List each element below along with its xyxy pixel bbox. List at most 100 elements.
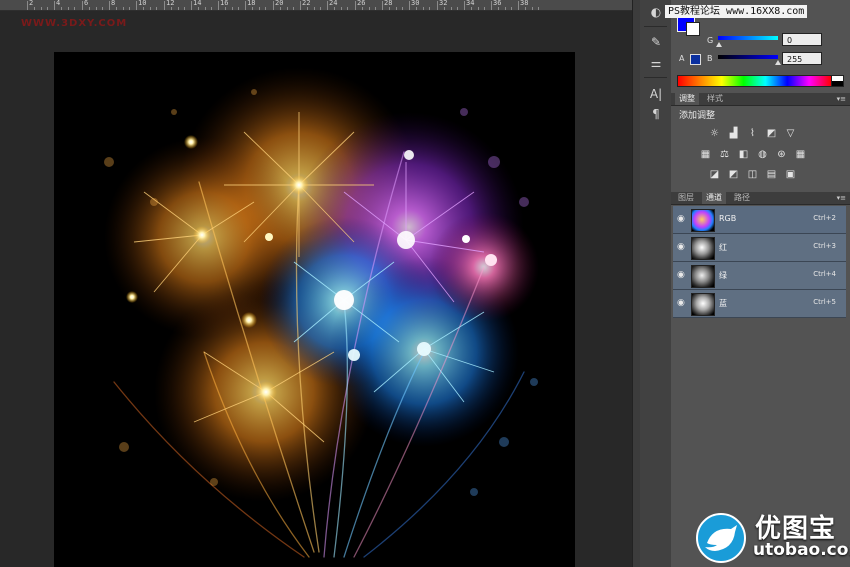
tab-styles[interactable]: 样式 — [703, 93, 727, 105]
panel-menu-icon[interactable]: ▾≡ — [837, 93, 846, 105]
add-adjustment-title: 添加调整 — [679, 111, 716, 121]
ruler-minor-tick — [252, 7, 253, 10]
channel-row-blue[interactable]: ◉ 蓝 Ctrl+5 — [673, 290, 846, 318]
channel-thumbnail — [691, 237, 715, 260]
channel-row-green[interactable]: ◉ 绿 Ctrl+4 — [673, 262, 846, 290]
ruler-major-tick — [518, 1, 519, 10]
channel-name: RGB — [719, 214, 737, 223]
visibility-eye-icon[interactable]: ◉ — [677, 270, 685, 280]
green-slider-thumb[interactable] — [716, 42, 722, 47]
threshold-icon[interactable]: ◫ — [746, 169, 759, 180]
ruler-minor-tick — [129, 7, 130, 10]
ruler-minor-tick — [341, 7, 342, 10]
ruler-minor-tick — [280, 7, 281, 10]
green-slider[interactable] — [718, 36, 778, 40]
sliders-icon[interactable]: ⚌ — [648, 55, 664, 71]
ruler-minor-tick — [307, 7, 308, 10]
visibility-eye-icon[interactable]: ◉ — [677, 298, 685, 308]
visibility-eye-icon[interactable]: ◉ — [677, 242, 685, 252]
photo-filter-icon[interactable]: ◍ — [756, 149, 769, 160]
ruler-minor-tick — [143, 7, 144, 10]
channel-thumbnail — [691, 265, 715, 288]
ruler-minor-tick — [41, 7, 42, 10]
blue-slider[interactable] — [718, 55, 778, 59]
tab-channels[interactable]: 通道 — [702, 192, 726, 204]
channel-row-red[interactable]: ◉ 红 Ctrl+3 — [673, 234, 846, 262]
ruler-tick-label: 36 — [493, 0, 502, 7]
posterize-icon[interactable]: ◩ — [727, 169, 740, 180]
blue-value-field[interactable]: 255 — [782, 52, 822, 65]
color-balance-icon[interactable]: ⚖ — [718, 149, 731, 160]
color-panel-icon[interactable]: ◐ — [648, 4, 664, 20]
ruler-minor-tick — [451, 7, 452, 10]
color-spectrum-bar[interactable] — [677, 75, 832, 87]
ruler-major-tick — [191, 1, 192, 10]
color-lookup-icon[interactable]: ▦ — [794, 149, 807, 160]
ruler-minor-tick — [47, 7, 48, 10]
ruler-minor-tick — [532, 7, 533, 10]
levels-icon[interactable]: ▟ — [727, 128, 740, 139]
tab-paths[interactable]: 路径 — [730, 192, 754, 204]
curves-icon[interactable]: ⌇ — [746, 128, 759, 139]
canvas-area[interactable]: 2 4 6 8 10 12 14 16 18 20 22 24 26 28 30 32 34 36 38 WWW.3… — [0, 0, 632, 567]
ruler-minor-tick — [334, 7, 335, 10]
ruler-minor-tick — [150, 7, 151, 10]
ruler-major-tick — [82, 1, 83, 10]
ruler-minor-tick — [96, 7, 97, 10]
character-panel-icon[interactable]: A| — [648, 86, 664, 102]
exposure-icon[interactable]: ◩ — [765, 128, 778, 139]
ruler-minor-tick — [320, 7, 321, 10]
black-white-swatch[interactable] — [831, 75, 844, 87]
black-white-icon[interactable]: ◧ — [737, 149, 750, 160]
selective-color-icon[interactable]: ▣ — [784, 169, 797, 180]
green-value-field[interactable]: 0 — [782, 33, 822, 46]
invert-icon[interactable]: ◪ — [708, 169, 721, 180]
ruler-tick-label: 22 — [302, 0, 311, 7]
background-color-swatch[interactable] — [686, 22, 700, 36]
ruler-major-tick — [300, 1, 301, 10]
ruler-major-tick — [218, 1, 219, 10]
ruler-tick-label: 32 — [439, 0, 448, 7]
blue-slider-thumb[interactable] — [775, 60, 781, 65]
horizontal-ruler[interactable]: 2 4 6 8 10 12 14 16 18 20 22 24 26 28 30 32 34 36 38 — [0, 0, 632, 11]
ruler-minor-tick — [74, 7, 75, 10]
ruler-minor-tick — [457, 7, 458, 10]
ruler-tick-label: 28 — [384, 0, 393, 7]
channel-row-rgb[interactable]: ◉ RGB Ctrl+2 — [673, 206, 846, 234]
adjustments-tab-bar: 调整 样式 ▾≡ — [671, 93, 850, 106]
ruler-minor-tick — [198, 7, 199, 10]
channel-shortcut: Ctrl+3 — [813, 242, 836, 250]
ruler-minor-tick — [225, 7, 226, 10]
channel-mixer-icon[interactable]: ⊛ — [775, 149, 788, 160]
warning-icon[interactable]: A — [679, 54, 684, 63]
ruler-tick-label: 4 — [56, 0, 61, 7]
ruler-minor-tick — [123, 7, 124, 10]
gamut-swatch[interactable] — [690, 54, 701, 65]
site-watermark: PS教程论坛 www.16XX8.com — [665, 5, 808, 18]
vibrance-icon[interactable]: ▽ — [784, 128, 797, 139]
ruler-minor-tick — [265, 7, 266, 10]
ruler-tick-label: 34 — [466, 0, 475, 7]
hue-saturation-icon[interactable]: ▦ — [699, 149, 712, 160]
ruler-minor-tick — [205, 7, 206, 10]
ruler-major-tick — [245, 1, 246, 10]
ruler-minor-tick — [156, 7, 157, 10]
ruler-minor-tick — [498, 7, 499, 10]
brightness-icon[interactable]: ☼ — [708, 128, 721, 139]
tab-adjustments[interactable]: 调整 — [675, 93, 699, 105]
tab-layers[interactable]: 图层 — [674, 192, 698, 204]
channel-thumbnail — [691, 293, 715, 316]
ruler-tick-label: 26 — [357, 0, 366, 7]
ruler-major-tick — [382, 1, 383, 10]
document-image-fireworks[interactable] — [54, 52, 575, 567]
ruler-minor-tick — [238, 7, 239, 10]
paragraph-panel-icon[interactable]: ¶ — [648, 106, 664, 122]
gradient-map-icon[interactable]: ▤ — [765, 169, 778, 180]
ruler-minor-tick — [416, 7, 417, 10]
layers-panel-menu-icon[interactable]: ▾≡ — [837, 192, 846, 204]
ruler-minor-tick — [511, 7, 512, 10]
ruler-minor-tick — [484, 7, 485, 10]
visibility-eye-icon[interactable]: ◉ — [677, 214, 685, 224]
channels-list: ◉ RGB Ctrl+2 ◉ 红 Ctrl+3 ◉ 绿 Ctrl+4 ◉ 蓝 C… — [673, 206, 846, 318]
history-brush-icon[interactable]: ✎ — [648, 34, 664, 50]
